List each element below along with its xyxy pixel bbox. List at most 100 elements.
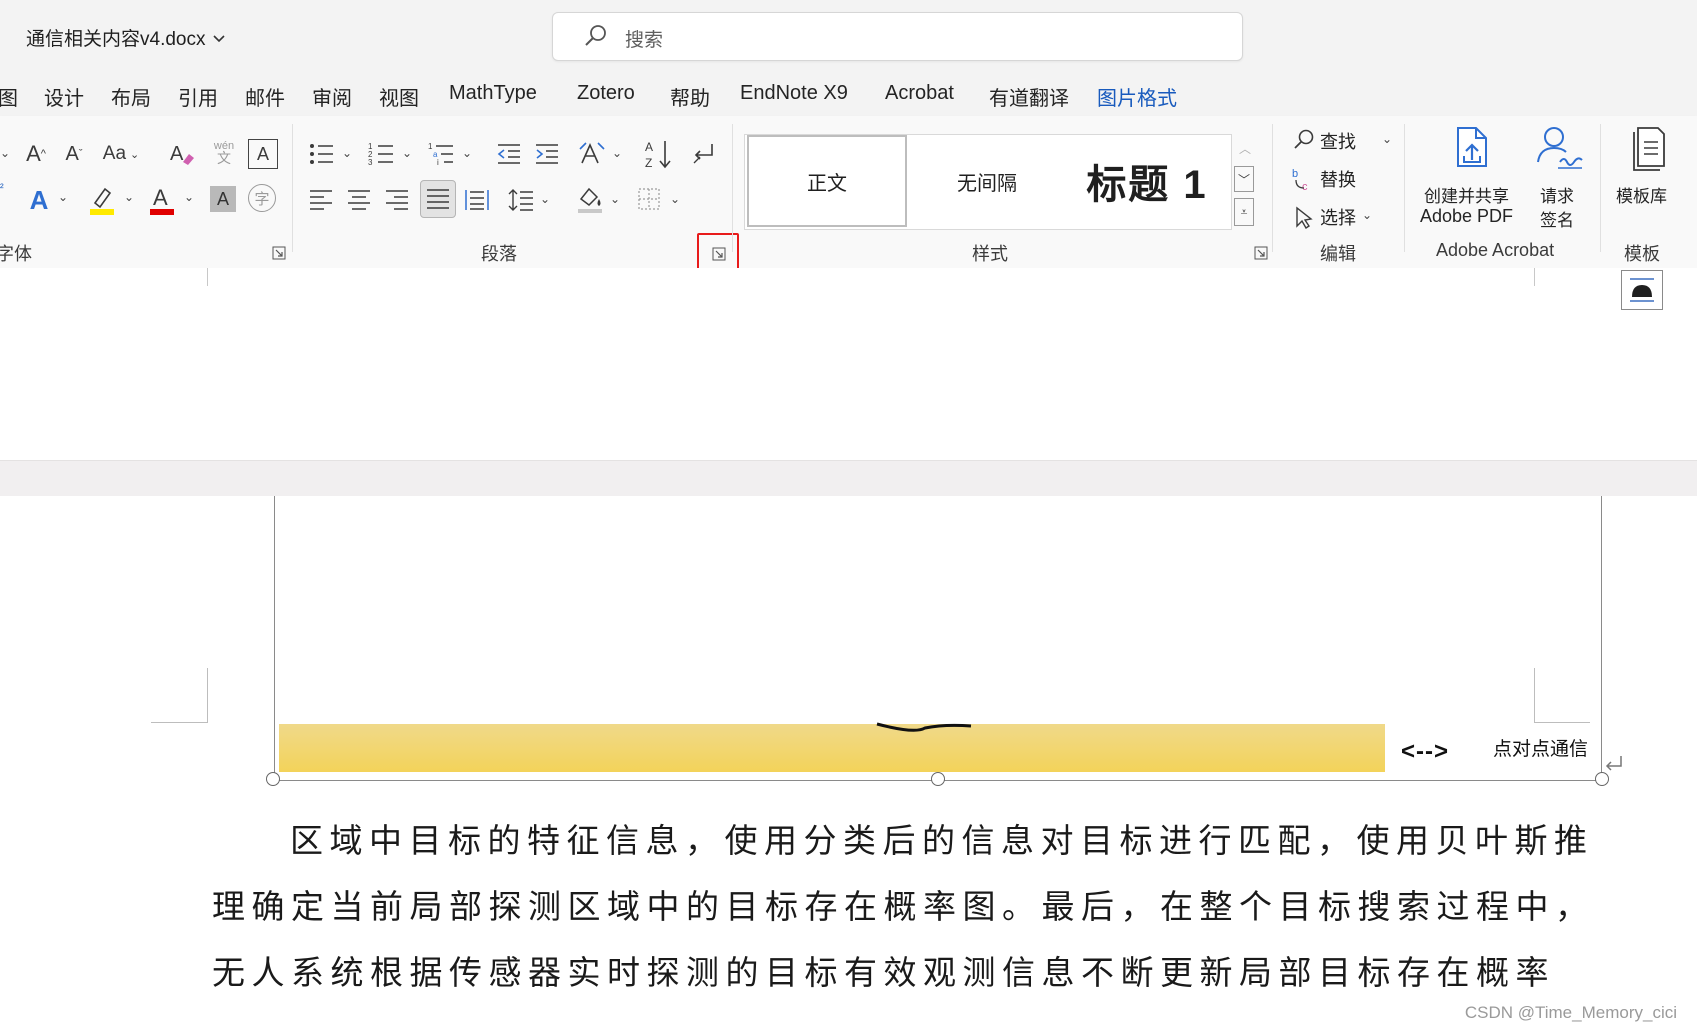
tab-picture-format[interactable]: 图片格式 [1097,82,1177,111]
tab-zotero[interactable]: Zotero [577,82,635,105]
justify-icon[interactable] [420,180,456,218]
search-placeholder: 搜索 [625,30,664,51]
resize-handle[interactable] [931,772,945,786]
tab-acrobat[interactable]: Acrobat [885,82,954,105]
tab-endnote[interactable]: EndNote X9 [740,82,848,105]
tab-mathtype[interactable]: MathType [449,82,537,105]
search-icon [585,25,606,46]
page-gap [0,460,1697,498]
document-title-text: 通信相关内容v4.docx [26,29,206,50]
styles-scroll: ︿ ﹀ ⩡ [1234,134,1256,228]
tab-layout[interactable]: 布局 [111,82,151,111]
align-center-icon[interactable] [344,184,374,216]
phonetic-guide-icon[interactable]: wén 文 [206,132,242,172]
decrease-indent-icon[interactable] [494,136,524,172]
tab-youdao-translate[interactable]: 有道翻译 [989,82,1069,111]
font-color-icon[interactable]: A [144,180,180,220]
ribbon-separator [1272,124,1273,252]
select-button[interactable]: 选择 ⌄ [1290,202,1390,234]
bullets-icon[interactable] [306,136,336,172]
clear-formatting-icon[interactable]: A [164,136,200,172]
numbering-icon[interactable]: 123 [366,136,396,172]
template-library-button[interactable]: 模板库 [1610,122,1690,232]
character-border-icon[interactable]: A [248,139,278,169]
styles-scroll-up-icon[interactable]: ︿ [1234,134,1256,162]
line-spacing-icon[interactable] [506,182,536,218]
tab-design[interactable]: 设计 [44,82,84,111]
chevron-down-icon [213,34,226,42]
text-effects-icon[interactable]: A [22,182,56,218]
cursor-arrow-icon [1296,206,1313,229]
request-signature-button[interactable]: 请求 签名 [1530,122,1588,232]
replace-button[interactable]: bc 替换 [1290,164,1390,196]
search-input[interactable]: 搜索 [552,12,1243,61]
highlight-color-icon[interactable] [84,180,120,220]
borders-caret[interactable]: ⌄ [670,192,680,206]
highlight-caret[interactable]: ⌄ [124,190,134,204]
character-shading-icon[interactable]: A [210,186,236,212]
find-button[interactable]: 查找 ⌄ [1290,126,1400,158]
numbering-caret[interactable]: ⌄ [402,146,412,160]
shrink-font-icon[interactable]: Aˇ [56,136,92,172]
text-effects-caret[interactable]: ⌄ [58,190,68,204]
show-formatting-marks-icon[interactable] [688,136,718,172]
styles-more-icon[interactable]: ⩡ [1234,198,1254,226]
shading-caret[interactable]: ⌄ [610,192,620,206]
svg-text:b: b [1292,168,1298,180]
resize-handle[interactable] [266,772,280,786]
svg-text:A: A [153,185,168,210]
sort-icon[interactable]: AZ [644,134,674,174]
grow-font-icon[interactable]: A ^ [18,136,54,172]
margin-mark [1534,268,1535,286]
styles-dialog-launcher-icon[interactable] [1254,246,1268,260]
tab-mailings[interactable]: 邮件 [245,82,285,111]
figure-arrow: <--> [1401,738,1450,765]
borders-icon[interactable] [634,182,664,216]
chinese-layout-icon[interactable] [576,136,608,172]
multilevel-list-icon[interactable]: 1ai [426,136,456,172]
tab-references[interactable]: 引用 [178,82,218,111]
document-page-top[interactable] [0,268,1697,460]
bullets-caret[interactable]: ⌄ [342,146,352,160]
style-normal[interactable]: 正文 [747,135,907,227]
shading-icon[interactable] [574,180,606,218]
style-no-spacing[interactable]: 无间隔 [907,135,1067,227]
font-dialog-launcher-icon[interactable] [272,246,286,260]
document-title[interactable]: 通信相关内容v4.docx [26,24,227,51]
font-size-dropdown-caret[interactable]: ⌄ [0,146,10,160]
tab-insert[interactable]: 图 [0,82,18,111]
figure-shape-fragment [876,722,972,732]
svg-text:A: A [645,140,653,154]
chinese-layout-caret[interactable]: ⌄ [612,146,622,160]
find-icon [1294,129,1314,149]
subscript-partial-icon[interactable]: ² [0,182,4,194]
tab-view[interactable]: 视图 [379,82,419,111]
styles-scroll-down-icon[interactable]: ﹀ [1234,166,1254,192]
tab-review[interactable]: 审阅 [312,82,352,111]
document-page[interactable]: <--> 点对点通信 区域中目标的特征信息，使用分类后的信息对目标进行匹配，使用… [0,496,1697,1033]
pdf-share-icon [1457,127,1487,167]
template-document-icon [1633,127,1665,171]
style-heading-1[interactable]: 标题 1 [1067,135,1227,227]
align-right-icon[interactable] [382,184,412,216]
ribbon-separator [732,124,733,252]
change-case-button[interactable]: Aa ⌄ [98,136,144,172]
selected-figure[interactable]: <--> 点对点通信 [274,496,1602,781]
replace-icon: bc [1292,168,1308,192]
title-bar: 通信相关内容v4.docx 搜索 [0,0,1697,72]
resize-handle[interactable] [1595,772,1609,786]
tab-help[interactable]: 帮助 [670,82,710,111]
line-spacing-caret[interactable]: ⌄ [540,192,550,206]
enclose-characters-icon[interactable]: 字 [248,184,276,212]
align-left-icon[interactable] [306,184,336,216]
multilevel-caret[interactable]: ⌄ [462,146,472,160]
template-group-label: 模板 [1624,244,1660,264]
distributed-align-icon[interactable] [462,184,492,216]
create-share-pdf-button[interactable]: 创建并共享 Adobe PDF [1418,122,1522,232]
font-color-caret[interactable]: ⌄ [184,190,194,204]
increase-indent-icon[interactable] [532,136,562,172]
paragraph-group-label: 段落 [481,244,517,264]
watermark: CSDN @Time_Memory_cici [1464,1003,1677,1022]
layout-options-icon[interactable] [1621,270,1663,310]
paragraph-dialog-launcher-icon[interactable] [712,247,726,261]
